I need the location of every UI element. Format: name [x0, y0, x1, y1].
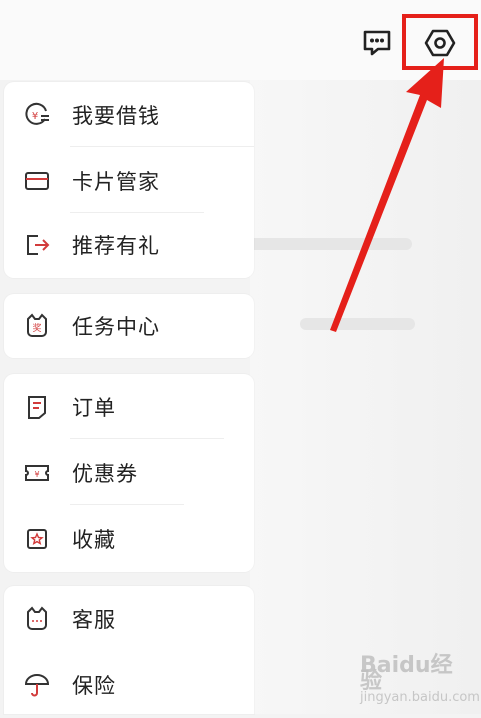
baidu-watermark: Baidu经验 jingyan.baidu.com — [360, 653, 480, 706]
annotation-arrow — [330, 58, 444, 332]
watermark-brand: Baidu经验 — [360, 653, 453, 694]
watermark-url: jingyan.baidu.com — [360, 690, 480, 705]
